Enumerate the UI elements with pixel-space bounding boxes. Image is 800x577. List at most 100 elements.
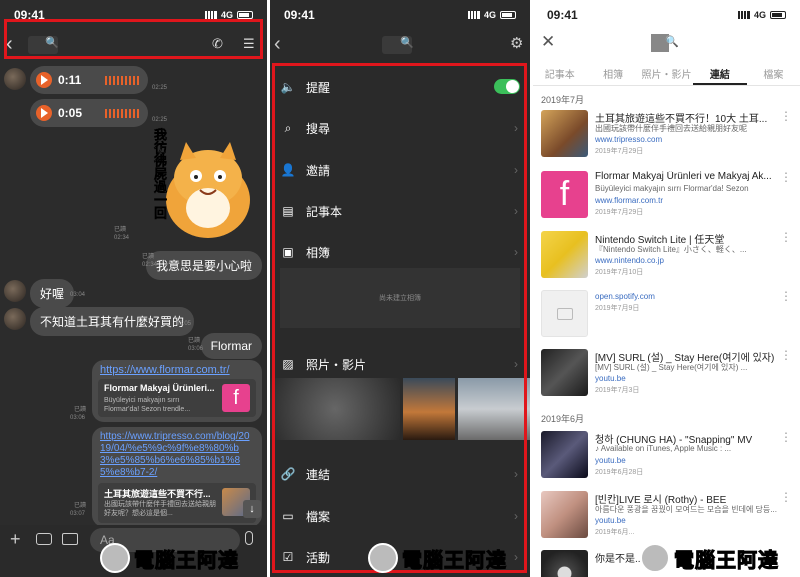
camera-icon[interactable] <box>36 533 52 545</box>
menu-item-files[interactable]: ▭ 檔案 › <box>270 496 530 536</box>
more-options-icon[interactable]: ⋮ <box>780 110 792 122</box>
status-icons: 4G <box>204 10 253 20</box>
incoming-message[interactable]: 好喔 <box>30 279 75 308</box>
menu-item-label: 連結 <box>306 467 331 482</box>
tab-album[interactable]: 相簿 <box>586 52 639 85</box>
settings-gear-icon[interactable]: ⚙ <box>510 34 523 52</box>
chevron-right-icon: › <box>514 357 518 371</box>
play-triangle <box>41 108 48 118</box>
menu-item-notification[interactable]: 🔈 提醒 <box>270 67 530 107</box>
link-list-item[interactable]: Nintendo Switch Lite | 任天堂 『Nintendo Swi… <box>533 231 800 293</box>
link-list-item[interactable]: 청하 (CHUNG HA) - "Snapping" MV ♪ Availabl… <box>533 431 800 493</box>
voice-duration: 0:11 <box>58 73 82 87</box>
link-url[interactable]: https://www.flormar.com.tr/ <box>100 364 250 376</box>
menu-item-invite[interactable]: 👤 邀請 › <box>270 150 530 190</box>
tab-notes[interactable]: 記事本 <box>533 52 586 85</box>
menu-item-album[interactable]: ▣ 相簿 › <box>270 232 530 272</box>
photo-icon: ▨ <box>282 357 294 371</box>
menu-icon[interactable]: ☰ <box>243 36 255 52</box>
menu-item-label: 記事本 <box>306 204 343 219</box>
status-bar: 09:41 4G <box>533 0 800 30</box>
screenshot-composite: 09:41 4G ‹ 🔍 ✆ ☰ 0:11 02:25 0:05 02:25 我… <box>0 0 800 577</box>
more-options-icon[interactable]: ⋮ <box>780 491 792 503</box>
link-title: 土耳其旅遊這些不買不行... <box>104 489 211 499</box>
tab-links[interactable]: 連結 <box>693 52 747 85</box>
link-title: Flormar Makyaj Ürünleri ve Makyaj Ak... <box>595 171 772 182</box>
photo-thumbnail-blurred[interactable] <box>270 378 400 440</box>
link-preview-card[interactable]: https://www.tripresso.com/blog/2019/04/%… <box>92 427 262 527</box>
more-options-icon[interactable]: ⋮ <box>780 171 792 183</box>
photo-thumbnail-market[interactable] <box>403 378 455 440</box>
avatar <box>4 308 26 330</box>
month-header: 2019年6月 <box>541 414 585 424</box>
more-options-icon[interactable]: ⋮ <box>780 290 792 302</box>
back-icon[interactable]: ‹ <box>274 33 281 56</box>
outgoing-message[interactable]: Flormar <box>200 333 262 359</box>
cat-sticker[interactable]: 我彷彿屍過一回 <box>140 128 262 240</box>
link-date: 2019年7月29日 <box>595 209 644 216</box>
close-icon[interactable]: ✕ <box>541 32 555 52</box>
link-domain: youtu.be <box>595 516 626 525</box>
chevron-right-icon: › <box>514 467 518 481</box>
link-date: 2019年7月10日 <box>595 269 644 276</box>
links-screen: 09:41 4G ✕ 🔍 記事本 相簿 照片・影片 連結 檔案 2019年7月 … <box>533 0 800 577</box>
link-desc: Büyüleyici makyajın sırrı Flormar'da! Se… <box>104 397 191 413</box>
link-date: 2019年7月9日 <box>595 305 640 312</box>
more-options-icon[interactable]: ⋮ <box>780 349 792 361</box>
link-title: Flormar Makyaj Ürünleri... <box>104 383 215 393</box>
outgoing-message[interactable]: 我意思是要小心啦 <box>145 251 262 280</box>
message-time: 03:06 <box>188 346 204 352</box>
month-header: 2019年7月 <box>541 95 585 105</box>
chevron-right-icon: › <box>514 121 518 135</box>
link-list-item[interactable]: open.spotify.com 2019年7月9日 ⋮ <box>533 290 800 352</box>
search-icon[interactable]: 🔍 <box>400 36 414 49</box>
menu-item-links[interactable]: 🔗 連結 › <box>270 454 530 494</box>
waveform-icon <box>105 109 141 118</box>
tab-bar: 記事本 相簿 照片・影片 連結 檔案 <box>533 52 800 86</box>
message-time: 03:07 <box>70 511 86 517</box>
link-list-item[interactable]: f Flormar Makyaj Ürünleri ve Makyaj Ak..… <box>533 171 800 233</box>
menu-item-search[interactable]: ⌕ 搜尋 › <box>270 108 530 148</box>
scroll-down-icon[interactable]: ↓ <box>243 500 261 518</box>
watermark-logo: 電腦王阿達 <box>100 543 239 573</box>
chevron-right-icon: › <box>514 204 518 218</box>
chevron-right-icon: › <box>514 550 518 564</box>
network-label: 4G <box>483 10 496 20</box>
search-icon: ⌕ <box>284 120 292 135</box>
image-icon[interactable] <box>62 533 78 545</box>
chevron-right-icon: › <box>514 509 518 523</box>
link-preview-card[interactable]: https://www.flormar.com.tr/ Flormar Maky… <box>92 360 262 422</box>
tab-photos[interactable]: 照片・影片 <box>640 52 693 85</box>
menu-item-notes[interactable]: ▤ 記事本 › <box>270 191 530 231</box>
phone-icon[interactable]: ✆ <box>212 36 223 52</box>
image-placeholder-icon <box>541 290 588 337</box>
status-icons: 4G <box>467 10 516 20</box>
search-icon[interactable]: 🔍 <box>665 35 679 48</box>
back-icon[interactable]: ‹ <box>6 33 13 56</box>
voice-duration: 0:05 <box>58 106 83 120</box>
link-list-item[interactable]: 土耳其旅遊這些不買不行！10大 土耳... 出國玩該帶什麼伴手禮回去送給親朋好友… <box>533 110 800 172</box>
incoming-message[interactable]: 不知道土耳其有什麼好買的 <box>30 307 195 336</box>
link-preview: Flormar Makyaj Ürünleri... Büyüleyici ma… <box>98 379 256 417</box>
more-options-icon[interactable]: ⋮ <box>780 231 792 243</box>
menu-item-label: 照片・影片 <box>306 357 367 372</box>
link-list-item[interactable]: [MV] SURL (설) _ Stay Here(여기에 있자) [MV] S… <box>533 349 800 411</box>
notification-toggle[interactable] <box>494 79 520 94</box>
microphone-icon[interactable] <box>245 531 253 545</box>
link-date: 2019年7月3日 <box>595 387 640 394</box>
photo-thumbnail-car[interactable] <box>458 378 530 440</box>
plus-icon[interactable]: + <box>10 529 21 550</box>
tab-files[interactable]: 檔案 <box>747 52 800 85</box>
voice-message[interactable]: 0:11 <box>30 66 148 94</box>
link-url[interactable]: https://www.tripresso.com/blog/2019/04/%… <box>100 431 250 479</box>
chat-header: ‹ 🔍 ✆ ☰ <box>0 30 267 60</box>
voice-message[interactable]: 0:05 <box>30 99 148 127</box>
status-bar: 09:41 4G <box>0 0 267 30</box>
toggle-knob <box>506 80 519 93</box>
watermark-text: 電腦王阿達 <box>134 549 239 572</box>
more-options-icon[interactable]: ⋮ <box>780 431 792 443</box>
link-desc: 出國玩該帶什麼伴手禮回去送給親朋好友呢？想必這是個... <box>104 501 216 517</box>
menu-item-label: 搜尋 <box>306 121 331 136</box>
search-icon[interactable]: 🔍 <box>45 36 59 49</box>
status-icons: 4G <box>737 10 786 20</box>
